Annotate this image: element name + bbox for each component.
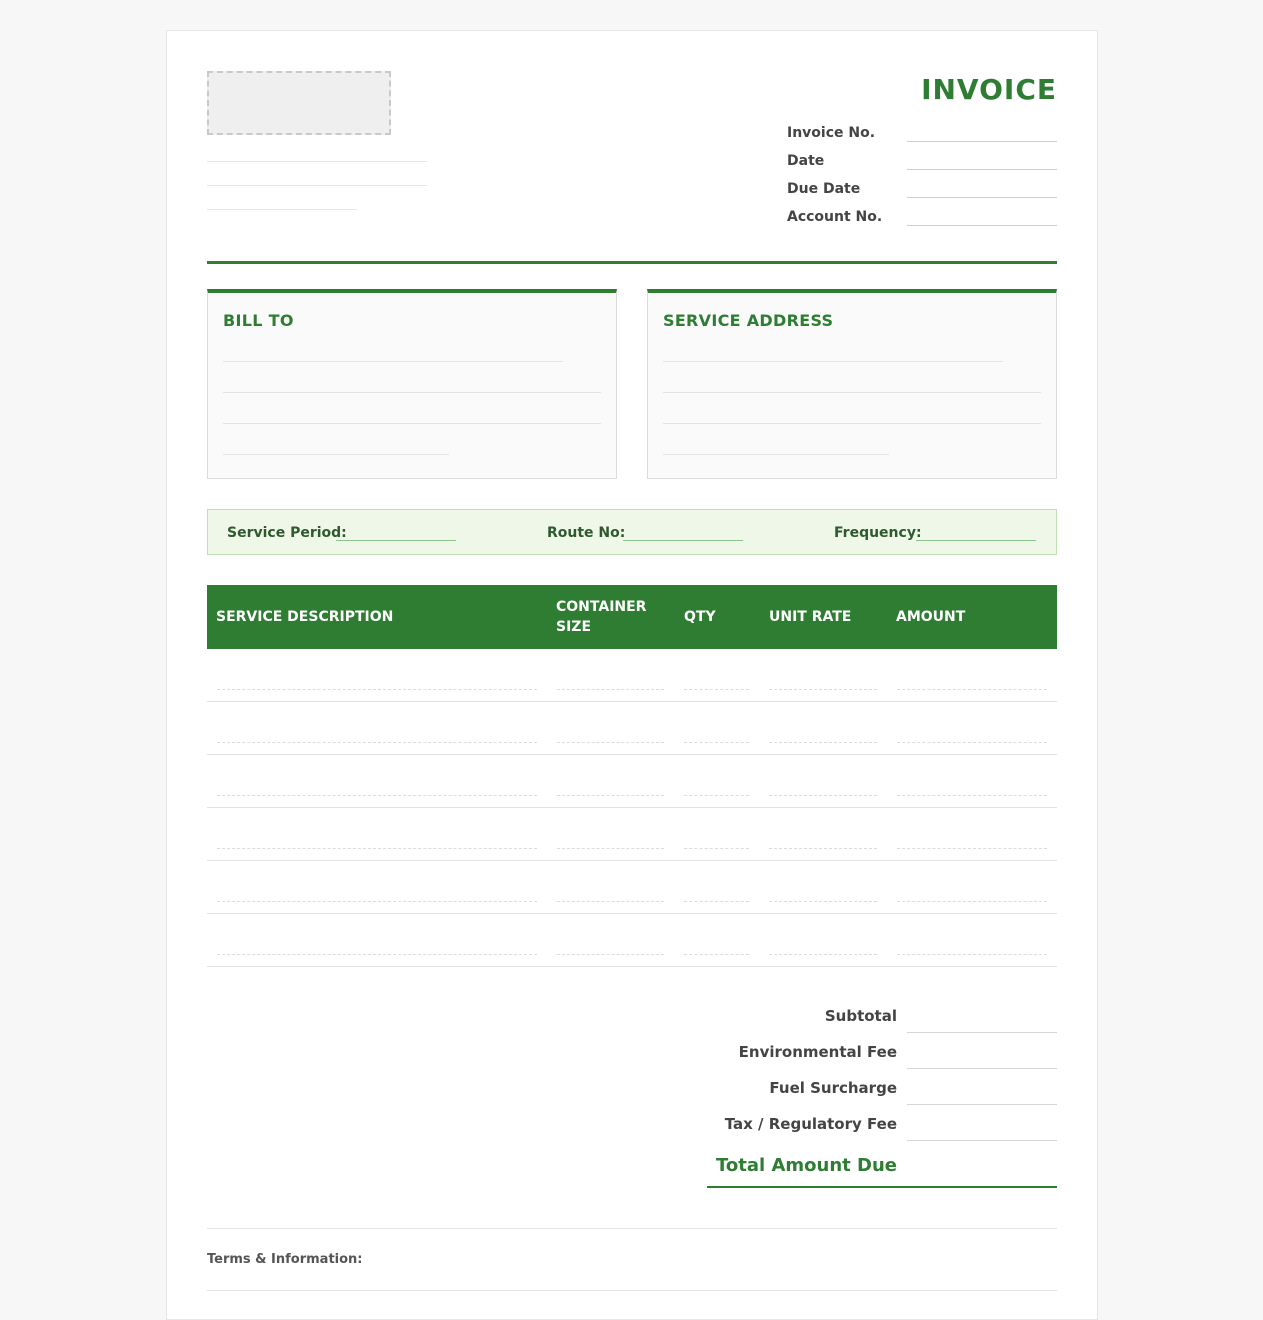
column-header-service-description: SERVICE DESCRIPTION <box>216 609 394 625</box>
table-row <box>207 755 1057 808</box>
frequency-label: Frequency: <box>834 525 922 541</box>
bill-to-box: BILL TO <box>207 289 617 479</box>
route-no-field[interactable] <box>623 540 743 541</box>
service-info-band: Service Period: Route No: Frequency: <box>207 509 1057 555</box>
qty-cell[interactable] <box>684 848 749 849</box>
container-size-cell[interactable] <box>557 689 664 690</box>
invoice-no-field[interactable] <box>907 141 1057 142</box>
column-header-amount: AMOUNT <box>896 609 966 625</box>
invoice-page: INVOICE Invoice No. Date Due Date Accoun… <box>166 30 1098 1320</box>
account-no-field[interactable] <box>907 225 1057 226</box>
bill-to-line[interactable] <box>223 423 601 424</box>
terms-label: Terms & Information: <box>207 1252 363 1267</box>
company-address-line[interactable] <box>207 185 427 186</box>
qty-cell[interactable] <box>684 742 749 743</box>
fuel-surcharge-label: Fuel Surcharge <box>769 1079 897 1097</box>
logo-placeholder[interactable] <box>207 71 391 135</box>
subtotal-field[interactable] <box>907 1032 1057 1033</box>
service-description-cell[interactable] <box>217 795 537 796</box>
amount-cell[interactable] <box>897 742 1047 743</box>
company-address-line[interactable] <box>207 209 357 210</box>
container-size-cell[interactable] <box>557 901 664 902</box>
table-row <box>207 649 1057 702</box>
tax-regulatory-fee-field[interactable] <box>907 1140 1057 1141</box>
frequency-field[interactable] <box>916 540 1036 541</box>
amount-cell[interactable] <box>897 689 1047 690</box>
table-header: SERVICE DESCRIPTION CONTAINER SIZE QTY U… <box>207 585 1057 649</box>
service-description-cell[interactable] <box>217 954 537 955</box>
service-address-line[interactable] <box>663 423 1041 424</box>
service-period-field[interactable] <box>336 540 456 541</box>
service-period-label: Service Period: <box>227 525 347 541</box>
container-size-cell[interactable] <box>557 795 664 796</box>
unit-rate-cell[interactable] <box>769 689 877 690</box>
table-row <box>207 808 1057 861</box>
subtotal-label: Subtotal <box>824 1007 897 1025</box>
qty-cell[interactable] <box>684 954 749 955</box>
table-row <box>207 914 1057 967</box>
service-description-cell[interactable] <box>217 901 537 902</box>
column-header-unit-rate: UNIT RATE <box>769 609 852 625</box>
header-divider <box>207 261 1057 264</box>
invoice-no-label: Invoice No. <box>787 125 876 141</box>
environmental-fee-field[interactable] <box>907 1068 1057 1069</box>
unit-rate-cell[interactable] <box>769 795 877 796</box>
bill-to-title: BILL TO <box>223 311 294 330</box>
total-amount-due-field[interactable] <box>707 1186 1057 1188</box>
service-description-cell[interactable] <box>217 689 537 690</box>
unit-rate-cell[interactable] <box>769 954 877 955</box>
route-no-label: Route No: <box>547 525 626 541</box>
account-no-label: Account No. <box>787 209 883 225</box>
amount-cell[interactable] <box>897 901 1047 902</box>
service-address-title: SERVICE ADDRESS <box>663 311 834 330</box>
bill-to-line[interactable] <box>223 361 563 362</box>
invoice-title: INVOICE <box>921 73 1057 106</box>
unit-rate-cell[interactable] <box>769 742 877 743</box>
date-field[interactable] <box>907 169 1057 170</box>
container-size-cell[interactable] <box>557 848 664 849</box>
container-size-cell[interactable] <box>557 742 664 743</box>
unit-rate-cell[interactable] <box>769 848 877 849</box>
container-size-cell[interactable] <box>557 954 664 955</box>
footer-divider <box>207 1228 1057 1229</box>
bill-to-line[interactable] <box>223 392 601 393</box>
date-label: Date <box>787 153 825 169</box>
company-address-line[interactable] <box>207 161 427 162</box>
amount-cell[interactable] <box>897 848 1047 849</box>
service-description-cell[interactable] <box>217 848 537 849</box>
table-row <box>207 702 1057 755</box>
tax-regulatory-fee-label: Tax / Regulatory Fee <box>724 1115 897 1133</box>
bill-to-line[interactable] <box>223 454 449 455</box>
terms-line[interactable] <box>207 1290 1057 1291</box>
amount-cell[interactable] <box>897 954 1047 955</box>
total-amount-due-label: Total Amount Due <box>716 1155 897 1176</box>
qty-cell[interactable] <box>684 901 749 902</box>
environmental-fee-label: Environmental Fee <box>738 1043 897 1061</box>
service-address-box: SERVICE ADDRESS <box>647 289 1057 479</box>
unit-rate-cell[interactable] <box>769 901 877 902</box>
service-address-line[interactable] <box>663 392 1041 393</box>
due-date-field[interactable] <box>907 197 1057 198</box>
service-address-line[interactable] <box>663 454 889 455</box>
service-address-line[interactable] <box>663 361 1003 362</box>
fuel-surcharge-field[interactable] <box>907 1104 1057 1105</box>
table-row <box>207 861 1057 914</box>
due-date-label: Due Date <box>787 181 861 197</box>
service-description-cell[interactable] <box>217 742 537 743</box>
column-header-container-size: CONTAINER SIZE <box>556 599 647 635</box>
qty-cell[interactable] <box>684 689 749 690</box>
qty-cell[interactable] <box>684 795 749 796</box>
column-header-qty: QTY <box>684 609 716 625</box>
amount-cell[interactable] <box>897 795 1047 796</box>
